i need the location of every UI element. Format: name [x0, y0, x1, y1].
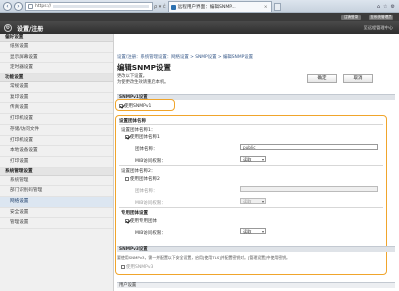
sidebar-item[interactable]: 打印设置: [0, 157, 113, 168]
home-icon[interactable]: ⌂: [377, 4, 380, 10]
restart-note: 为使更改生效请重启本机。: [117, 80, 169, 85]
url-text: https://: [35, 4, 52, 9]
sidebar-item[interactable]: 打印机设置: [0, 114, 113, 125]
use-snmpv3-label: 使用SNMPv3: [126, 265, 154, 270]
browser-tab[interactable]: 远程用户界面：编辑SNMP... ×: [167, 1, 272, 12]
community1-mib-select[interactable]: 读取 ▾: [240, 156, 266, 162]
checkbox-unchecked-icon: [125, 176, 129, 181]
app-header: ⚙ 设置/注册 至远程管理中心: [0, 21, 399, 34]
chevron-down-icon: ▾: [261, 229, 264, 234]
sidebar-item[interactable]: 传真设置: [0, 103, 113, 115]
community1-name-label: 团体名称：: [135, 147, 158, 152]
community2-mib-select[interactable]: 读取 ▾: [240, 198, 266, 204]
breadcrumb[interactable]: 设置/注册：系统管理设置：网络设置 > SNMP设置 > 编辑SNMP设置: [117, 54, 253, 60]
address-bar[interactable]: https://: [25, 2, 153, 11]
page-title: 编辑SNMP设置: [117, 63, 171, 72]
sidebar-item[interactable]: 存储/访问文件: [0, 125, 113, 136]
use-snmpv1-label: 使用SNMPv1: [124, 104, 152, 109]
use-snmpv1-checkbox[interactable]: 使用SNMPv1: [119, 103, 151, 109]
tab-close-icon[interactable]: ×: [264, 5, 268, 10]
favicon-icon: [170, 4, 176, 10]
use-community1-label: 使用团体名称1: [130, 135, 160, 140]
sidebar-item[interactable]: 纸张设置: [0, 42, 113, 53]
use-community2-checkbox[interactable]: 使用团体名称2: [125, 176, 160, 182]
sidebar-item[interactable]: 安全设置: [0, 208, 113, 219]
use-snmpv3-checkbox[interactable]: 使用SNMPv3: [121, 264, 153, 270]
community1-mib-label: MIB访问权限：: [135, 159, 166, 164]
address-controls[interactable]: ρ ▾ ĉ: [154, 4, 166, 10]
use-community2-label: 使用团体名称2: [130, 177, 160, 182]
cancel-button[interactable]: 取消: [343, 74, 373, 83]
sidebar-group-header: 功能设置: [0, 74, 113, 83]
community1-title: 设置团体名称1：: [121, 128, 156, 133]
sidebar-item[interactable]: 显示屏幕设置: [0, 53, 113, 64]
sidebar-item[interactable]: 常规设置: [0, 82, 113, 93]
community2-name-label: 团体名称：: [135, 189, 158, 194]
ok-button[interactable]: 确定: [307, 74, 337, 83]
snmpv3-section-header: SNMPv3设置: [117, 246, 395, 252]
community2-title: 设置团体名称2：: [121, 169, 156, 174]
back-button[interactable]: ‹: [3, 2, 12, 11]
snmpv3-user-subheader: 用户设置: [117, 282, 395, 288]
settings-icon[interactable]: ⚙: [391, 4, 395, 10]
sidebar-item[interactable]: 部门识别码管理: [0, 186, 113, 197]
sidebar-item[interactable]: 定时器设置: [0, 63, 113, 75]
checkbox-checked-icon: [125, 218, 129, 223]
new-tab-button[interactable]: [273, 2, 281, 11]
community2-mib-label: MIB访问权限：: [135, 201, 166, 206]
checkbox-checked-icon: [119, 103, 123, 108]
sidebar-group-header: 偏好设置: [0, 34, 113, 42]
app-window: ‹ › https:// ρ ▾ ĉ 远程用户界面：编辑SNMP... × ⌂ …: [0, 0, 399, 291]
checkbox-checked-icon: [125, 134, 129, 139]
app-topbar: 注销登录 至系统管理员: [0, 13, 399, 21]
sidebar-item[interactable]: 管理设置: [0, 218, 113, 229]
chevron-down-icon: ▾: [261, 199, 264, 204]
sidebar: 偏好设置 纸张设置 显示屏幕设置 定时器设置 功能设置 常规设置 复印设置 传真设置 打印机设置…: [0, 34, 114, 291]
sidebar-group-header: 系统管理设置: [0, 167, 113, 176]
sidebar-item[interactable]: 本地设备设置: [0, 146, 113, 157]
dedicated-mib-label: MIB访问权限：: [135, 231, 166, 236]
dedicated-section-header: 专用团体设置: [121, 211, 148, 216]
to-admin-link[interactable]: 至系统管理员: [369, 15, 393, 20]
use-dedicated-label: 使用专用团体: [130, 219, 157, 224]
lock-icon: [28, 4, 33, 9]
favorites-icon[interactable]: ☆: [383, 4, 387, 10]
use-community1-checkbox[interactable]: 使用团体名称1: [125, 134, 160, 140]
header-title: 设置/注册: [17, 26, 44, 33]
snmpv3-note: 要使用SNMPv3，需一并配置以下安全设置，启用[使用TLS]并配置密钥对。[管…: [117, 255, 290, 260]
sidebar-item[interactable]: 系统管理: [0, 176, 113, 187]
checkbox-unchecked-icon: [121, 264, 125, 269]
remote-center-link[interactable]: 至远程管理中心: [364, 25, 393, 31]
main-content: 设置/注册：系统管理设置：网络设置 > SNMP设置 > 编辑SNMP设置 编辑…: [115, 34, 399, 291]
community2-name-input[interactable]: [240, 186, 378, 192]
use-dedicated-checkbox[interactable]: 使用专用团体: [125, 218, 157, 224]
sidebar-item[interactable]: 网络设置: [0, 196, 113, 208]
chevron-down-icon: ▾: [261, 157, 264, 162]
settings-home-icon[interactable]: ⚙: [4, 24, 12, 32]
community1-name-input[interactable]: public: [240, 144, 378, 150]
dedicated-mib-select[interactable]: 读取 ▾: [240, 228, 266, 234]
tab-title: 远程用户界面：编辑SNMP...: [177, 5, 236, 10]
forward-button[interactable]: ›: [14, 2, 23, 11]
sidebar-item[interactable]: 复印设置: [0, 93, 113, 104]
logout-button[interactable]: 注销登录: [341, 15, 361, 20]
sidebar-item[interactable]: 打印机设置: [0, 136, 113, 147]
browser-toolbar: ‹ › https:// ρ ▾ ĉ 远程用户界面：编辑SNMP... × ⌂ …: [0, 0, 399, 13]
